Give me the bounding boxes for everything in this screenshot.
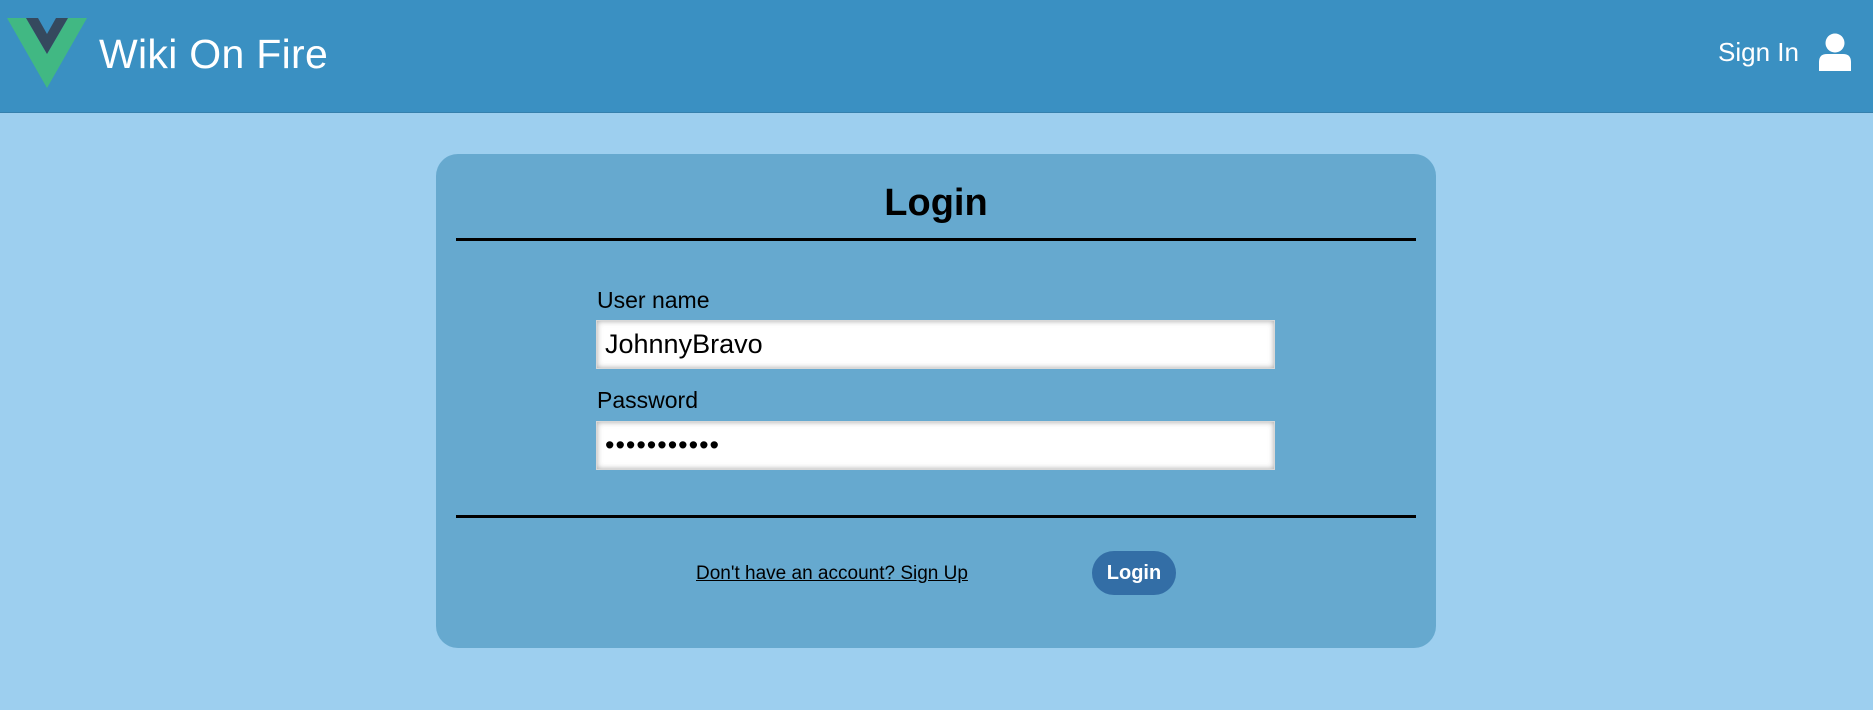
app-title[interactable]: Wiki On Fire — [99, 26, 328, 82]
username-input[interactable] — [596, 320, 1275, 369]
title-divider — [456, 238, 1416, 241]
login-card: Login User name Password Don't have an a… — [436, 154, 1436, 648]
footer-divider — [456, 515, 1416, 518]
sign-up-link[interactable]: Don't have an account? Sign Up — [696, 561, 968, 587]
vue-logo-icon[interactable] — [7, 18, 87, 88]
login-title: Login — [884, 182, 988, 224]
login-button[interactable]: Login — [1092, 551, 1176, 595]
password-label: Password — [597, 387, 698, 413]
password-input[interactable] — [596, 421, 1275, 470]
user-icon — [1819, 33, 1851, 71]
sign-in-label: Sign In — [1718, 37, 1799, 67]
top-navigation-bar: Wiki On Fire Sign In — [0, 0, 1873, 113]
username-label: User name — [597, 287, 710, 313]
sign-in-button[interactable]: Sign In — [1718, 32, 1851, 72]
